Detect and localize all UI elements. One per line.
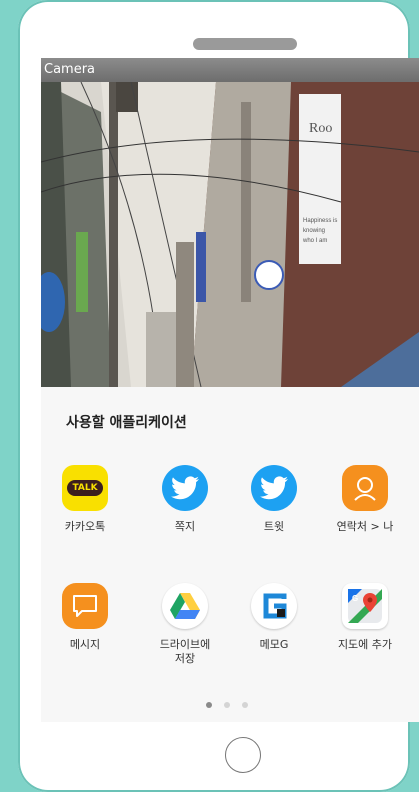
- app-label: 트윗: [263, 520, 285, 533]
- app-label: 드라이브에 저장: [159, 638, 211, 665]
- kakaotalk-badge: TALK: [67, 480, 103, 496]
- twitter-icon: [162, 465, 208, 511]
- app-label: 연락처 > 나: [336, 520, 394, 533]
- app-label: 메시지: [69, 638, 101, 651]
- home-button[interactable]: [225, 737, 261, 773]
- speaker-grille: [193, 38, 297, 50]
- app-twitter-tweet[interactable]: 트윗: [230, 465, 318, 534]
- google-drive-icon: [162, 583, 208, 629]
- page-dot[interactable]: [224, 702, 230, 708]
- app-label: 쪽지: [174, 520, 196, 533]
- memo-g-icon: [251, 583, 297, 629]
- app-label: 카카오톡: [64, 520, 106, 533]
- svg-text:G: G: [352, 594, 358, 603]
- google-maps-icon: G: [342, 583, 388, 629]
- window-title-bar: Camera: [41, 58, 419, 82]
- svg-text:who I am: who I am: [302, 238, 327, 244]
- screen: Camera Roo Happiness is knowing who I am: [41, 58, 419, 722]
- sign-text: Roo: [309, 121, 332, 136]
- app-memo-g[interactable]: 메모G: [230, 583, 318, 652]
- street-photo: Roo Happiness is knowing who I am: [41, 82, 419, 387]
- window-title: Camera: [44, 62, 96, 77]
- kakaotalk-icon: TALK: [62, 465, 108, 511]
- message-icon: [62, 583, 108, 629]
- app-label: 메모G: [259, 638, 289, 651]
- page-indicator: [206, 702, 248, 708]
- app-messages[interactable]: 메시지: [41, 583, 129, 652]
- twitter-icon: [251, 465, 297, 511]
- page-dot[interactable]: [242, 702, 248, 708]
- app-google-drive[interactable]: 드라이브에 저장: [141, 583, 229, 666]
- app-kakaotalk[interactable]: TALK 카카오톡: [41, 465, 129, 534]
- svg-text:Happiness is: Happiness is: [303, 218, 337, 224]
- app-label: 지도에 추가: [337, 638, 393, 651]
- app-contacts-me[interactable]: 연락처 > 나: [321, 465, 409, 534]
- page-dot-active[interactable]: [206, 702, 212, 708]
- app-twitter-dm[interactable]: 쪽지: [141, 465, 229, 534]
- app-google-maps[interactable]: G 지도에 추가: [321, 583, 409, 652]
- share-sheet-title: 사용할 애플리케이션: [66, 415, 187, 431]
- camera-preview: Roo Happiness is knowing who I am: [41, 82, 419, 387]
- contact-icon: [342, 465, 388, 511]
- svg-text:knowing: knowing: [303, 228, 325, 234]
